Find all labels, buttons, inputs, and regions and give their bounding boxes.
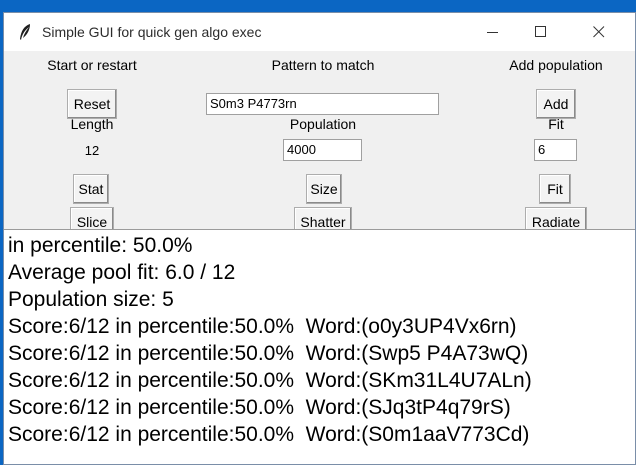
add-button[interactable]: Add (536, 89, 576, 119)
output-line: Score:6/12 in percentile:50.0% Word:(S0m… (8, 423, 530, 446)
output-text-area[interactable]: in percentile: 50.0% Average pool fit: 6… (4, 229, 635, 464)
control-panel: Start or restart Pattern to match Add po… (4, 51, 635, 237)
output-line: Score:6/12 in percentile:50.0% Word:(SJq… (8, 396, 511, 419)
feather-icon (20, 24, 30, 40)
size-button[interactable]: Size (306, 174, 342, 204)
title-bar[interactable]: Simple GUI for quick gen algo exec (4, 13, 635, 51)
reset-button[interactable]: Reset (67, 89, 117, 119)
length-value: 12 (84, 143, 100, 158)
output-line: Score:6/12 in percentile:50.0% Word:(o0y… (8, 315, 517, 338)
population-input[interactable]: 4000 (283, 139, 362, 161)
fit-label: Fit (548, 116, 564, 132)
add-population-label: Add population (509, 57, 603, 73)
output-line: Population size: 5 (8, 288, 174, 311)
app-window: Simple GUI for quick gen algo exec Start… (3, 12, 636, 465)
start-label: Start or restart (47, 57, 137, 73)
close-icon (593, 26, 605, 38)
minimize-icon (487, 32, 498, 33)
maximize-icon (535, 26, 546, 37)
window-title: Simple GUI for quick gen algo exec (42, 24, 262, 40)
close-button[interactable] (576, 13, 622, 51)
output-line: Average pool fit: 6.0 / 12 (8, 261, 236, 284)
output-line: Score:6/12 in percentile:50.0% Word:(Swp… (8, 342, 529, 365)
output-line: Score:6/12 in percentile:50.0% Word:(SKm… (8, 369, 532, 392)
population-label: Population (289, 116, 357, 132)
length-label: Length (70, 116, 114, 132)
minimize-button[interactable] (470, 13, 516, 51)
stat-button[interactable]: Stat (73, 174, 109, 204)
fit-button[interactable]: Fit (539, 174, 571, 204)
pattern-input[interactable]: S0m3 P4773rn (206, 93, 439, 115)
fit-input[interactable]: 6 (534, 139, 577, 161)
pattern-label: Pattern to match (271, 57, 375, 73)
maximize-button[interactable] (518, 13, 564, 51)
output-line: in percentile: 50.0% (8, 234, 193, 257)
